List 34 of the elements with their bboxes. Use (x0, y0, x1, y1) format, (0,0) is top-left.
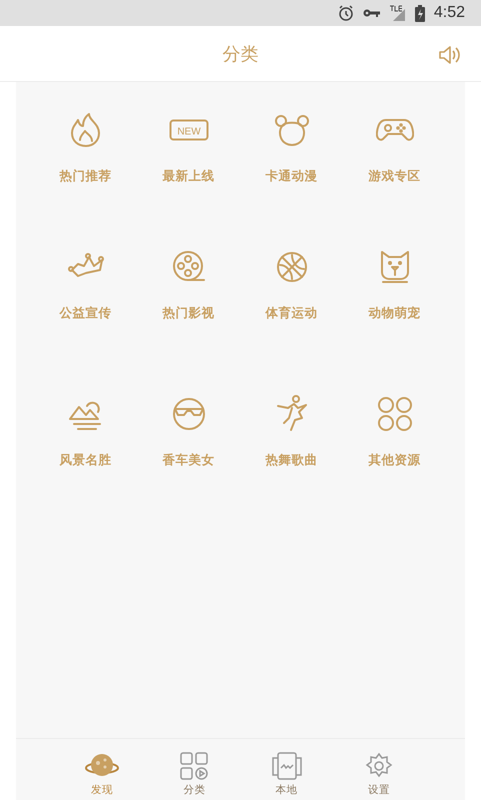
grid-icon (180, 752, 208, 780)
gear-icon (364, 752, 393, 780)
tab-item[interactable]: 发现 (72, 752, 132, 797)
basketball-icon (276, 251, 308, 283)
bear-face-icon (272, 113, 310, 147)
clock-time: 4:52 (434, 4, 465, 22)
category-label[interactable]: 卡通动漫 (266, 168, 318, 185)
film-reel-icon (172, 250, 206, 284)
dancer-icon (274, 395, 308, 433)
category-label[interactable]: 动物萌宠 (368, 305, 420, 322)
battery-icon (414, 4, 425, 22)
category-label[interactable]: 公益宣传 (60, 305, 112, 322)
category-label[interactable]: 热门推荐 (60, 168, 112, 185)
tab-item[interactable]: 本地 (256, 752, 317, 797)
cellular-signal-icon (390, 5, 406, 21)
category-label[interactable]: 最新上线 (162, 168, 214, 185)
category-label[interactable]: 其他资源 (368, 452, 420, 469)
category-label[interactable]: 游戏专区 (368, 168, 420, 185)
category-label[interactable]: 热舞歌曲 (266, 452, 318, 469)
category-label[interactable]: 热门影视 (162, 305, 214, 322)
four-petal-icon (376, 396, 412, 432)
page-title: 分类 (222, 42, 258, 66)
speaker-icon[interactable] (439, 45, 461, 65)
new-badge-icon: NEW (168, 119, 208, 141)
fire-icon (68, 112, 102, 148)
category-label[interactable]: 香车美女 (162, 452, 214, 469)
tab-item[interactable]: 分类 (164, 752, 224, 797)
photo-frame-icon (270, 752, 303, 780)
face-with-sunglasses-icon (170, 396, 206, 432)
tab-item[interactable]: 设置 (348, 752, 409, 797)
key-icon (362, 8, 381, 18)
category-label[interactable]: 风景名胜 (60, 452, 112, 469)
alarm-icon (338, 5, 354, 21)
category-label[interactable]: 体育运动 (266, 305, 318, 322)
